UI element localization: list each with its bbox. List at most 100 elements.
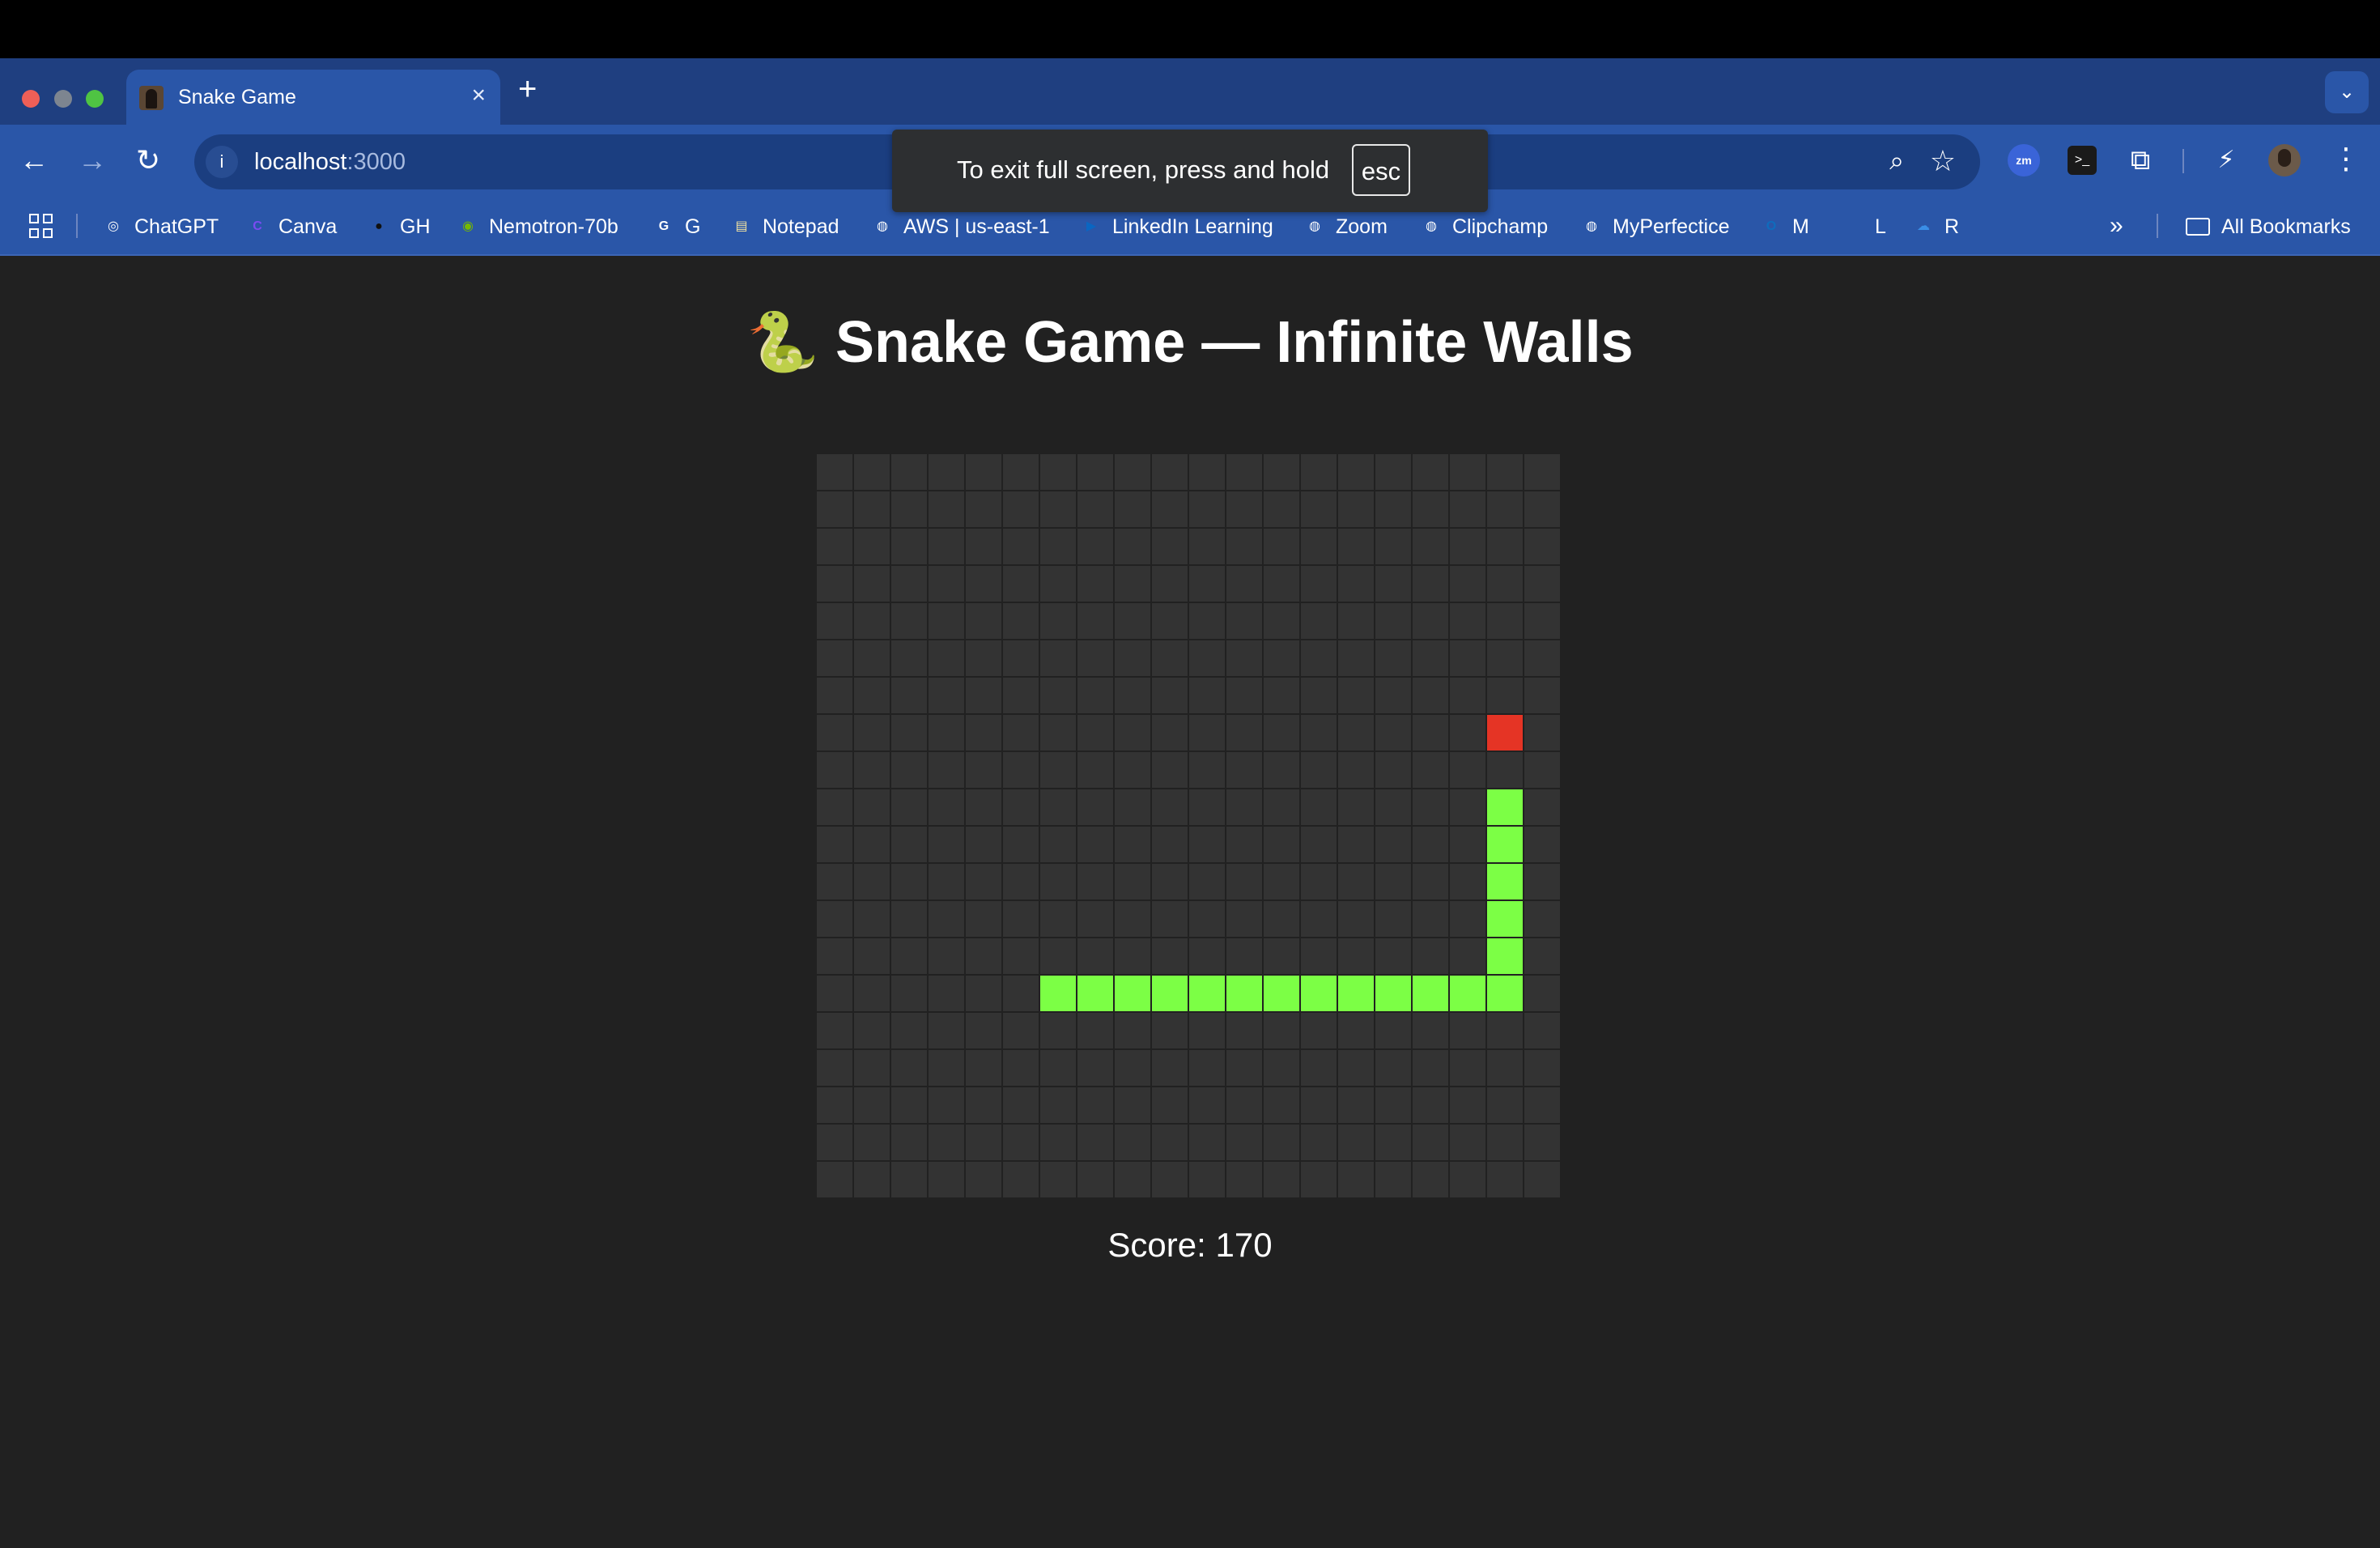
snake-segment (1040, 976, 1076, 1011)
forward-button[interactable]: → (78, 142, 107, 178)
board-cell (1450, 640, 1485, 676)
board-cell (1077, 1050, 1113, 1086)
board-cell (1003, 789, 1039, 825)
board-cell (966, 1013, 1001, 1048)
board-cell (1450, 1125, 1485, 1160)
board-cell (1450, 529, 1485, 564)
window-maximize-button[interactable] (86, 90, 104, 108)
board-cell (1338, 789, 1374, 825)
esc-key-badge: esc (1352, 144, 1410, 196)
extensions-puzzle-icon[interactable]: ⧉ (2124, 144, 2157, 176)
nvidia-icon: ◉ (462, 219, 474, 233)
snake-segment (1413, 976, 1448, 1011)
bookmark-item[interactable]: ☁ R (1912, 211, 1959, 243)
board-cell (1375, 603, 1411, 639)
board-cell (817, 1125, 852, 1160)
board-cell (1003, 491, 1039, 527)
board-cell (1115, 1050, 1150, 1086)
board-cell (1301, 566, 1337, 602)
bookmark-item[interactable]: ◉ Nemotron-70b (457, 211, 618, 243)
board-cell (854, 491, 890, 527)
site-info-icon[interactable]: i (206, 146, 238, 178)
board-cell (1189, 491, 1225, 527)
board-cell (1487, 603, 1523, 639)
board-cell (929, 789, 964, 825)
board-cell (1077, 1125, 1113, 1160)
tab-snake-game[interactable]: Snake Game × (126, 70, 500, 125)
board-cell (854, 603, 890, 639)
board-cell (891, 529, 927, 564)
tab-search-button[interactable]: ⌄ (2325, 71, 2369, 113)
board-cell (1226, 938, 1262, 974)
url-text[interactable]: localhost:3000 (254, 149, 406, 176)
back-button[interactable]: ← (19, 142, 49, 178)
profile-avatar[interactable] (2268, 144, 2301, 176)
board-cell (817, 603, 852, 639)
bookmark-label: Zoom (1336, 215, 1388, 238)
board-cell (817, 827, 852, 862)
board-cell (1487, 454, 1523, 490)
screen-top-bar (0, 0, 2380, 58)
bookmark-item[interactable]: ◍ MyPerfectice (1580, 211, 1729, 243)
browser-menu-icon[interactable]: ⋮ (2331, 141, 2361, 176)
board-cell (1413, 640, 1448, 676)
apps-grid-icon[interactable] (29, 214, 53, 238)
board-cell (1375, 1050, 1411, 1086)
board-cell (1264, 491, 1299, 527)
board-cell (817, 1087, 852, 1123)
globe-icon: ◍ (877, 219, 888, 233)
board-cell (1450, 603, 1485, 639)
board-cell (1152, 640, 1188, 676)
bookmark-item[interactable]: ◎ ChatGPT (102, 211, 219, 243)
board-cell (854, 640, 890, 676)
window-minimize-button[interactable] (54, 90, 72, 108)
board-cell (1115, 1013, 1150, 1048)
fullscreen-toast-message: To exit full screen, press and hold (957, 155, 1330, 184)
zoom-icon[interactable]: ⌕ (1889, 146, 1904, 176)
board-cell (1524, 864, 1560, 899)
bookmark-item[interactable]: ◍ Zoom (1303, 211, 1388, 243)
onedrive-icon: ☁ (1917, 219, 1930, 233)
performance-icon[interactable]: ⚡ (2210, 144, 2242, 176)
board-cell (966, 454, 1001, 490)
bookmark-item[interactable]: ◍ AWS | us-east-1 (871, 211, 1050, 243)
new-tab-button[interactable]: + (518, 71, 537, 107)
board-cell (1487, 1162, 1523, 1197)
board-cell (1524, 1050, 1560, 1086)
board-cell (1413, 1013, 1448, 1048)
bookmark-item[interactable]: in L (1842, 211, 1886, 243)
bookmark-item[interactable]: C Canva (246, 211, 337, 243)
board-cell (1375, 864, 1411, 899)
tab-favicon-icon (139, 86, 164, 110)
bookmark-item[interactable]: GG (652, 211, 701, 243)
bookmark-item[interactable]: ▶ LinkedIn Learning (1080, 211, 1273, 243)
board-cell (929, 827, 964, 862)
board-cell (891, 640, 927, 676)
bookmark-item[interactable]: OM (1760, 211, 1809, 243)
all-bookmarks-button[interactable]: All Bookmarks (2186, 211, 2351, 243)
bookmark-item[interactable]: ▤ Notepad (730, 211, 839, 243)
board-cell (1226, 566, 1262, 602)
bookmarks-overflow-icon[interactable]: » (2110, 212, 2123, 240)
bookmark-item[interactable]: ● GH (368, 211, 430, 243)
bookmark-item[interactable]: ◍ Clipchamp (1420, 211, 1548, 243)
bookmark-star-icon[interactable]: ☆ (1930, 144, 1956, 178)
board-cell (1413, 789, 1448, 825)
board-cell (1189, 1050, 1225, 1086)
tab-close-icon[interactable]: × (471, 81, 486, 110)
board-cell (1152, 752, 1188, 788)
window-close-button[interactable] (22, 90, 40, 108)
game-board[interactable] (816, 453, 1561, 1198)
board-cell (929, 1125, 964, 1160)
board-cell (929, 1013, 964, 1048)
board-cell (966, 901, 1001, 937)
reload-button[interactable]: ↻ (136, 142, 160, 178)
board-cell (1450, 678, 1485, 713)
board-cell (1375, 938, 1411, 974)
terminal-extension-icon[interactable]: >_ (2068, 146, 2097, 175)
board-cell (1077, 789, 1113, 825)
board-cell (854, 566, 890, 602)
bookmark-label: R (1944, 215, 1960, 238)
zoom-extension-icon[interactable]: zm (2008, 144, 2040, 176)
board-cell (1003, 938, 1039, 974)
